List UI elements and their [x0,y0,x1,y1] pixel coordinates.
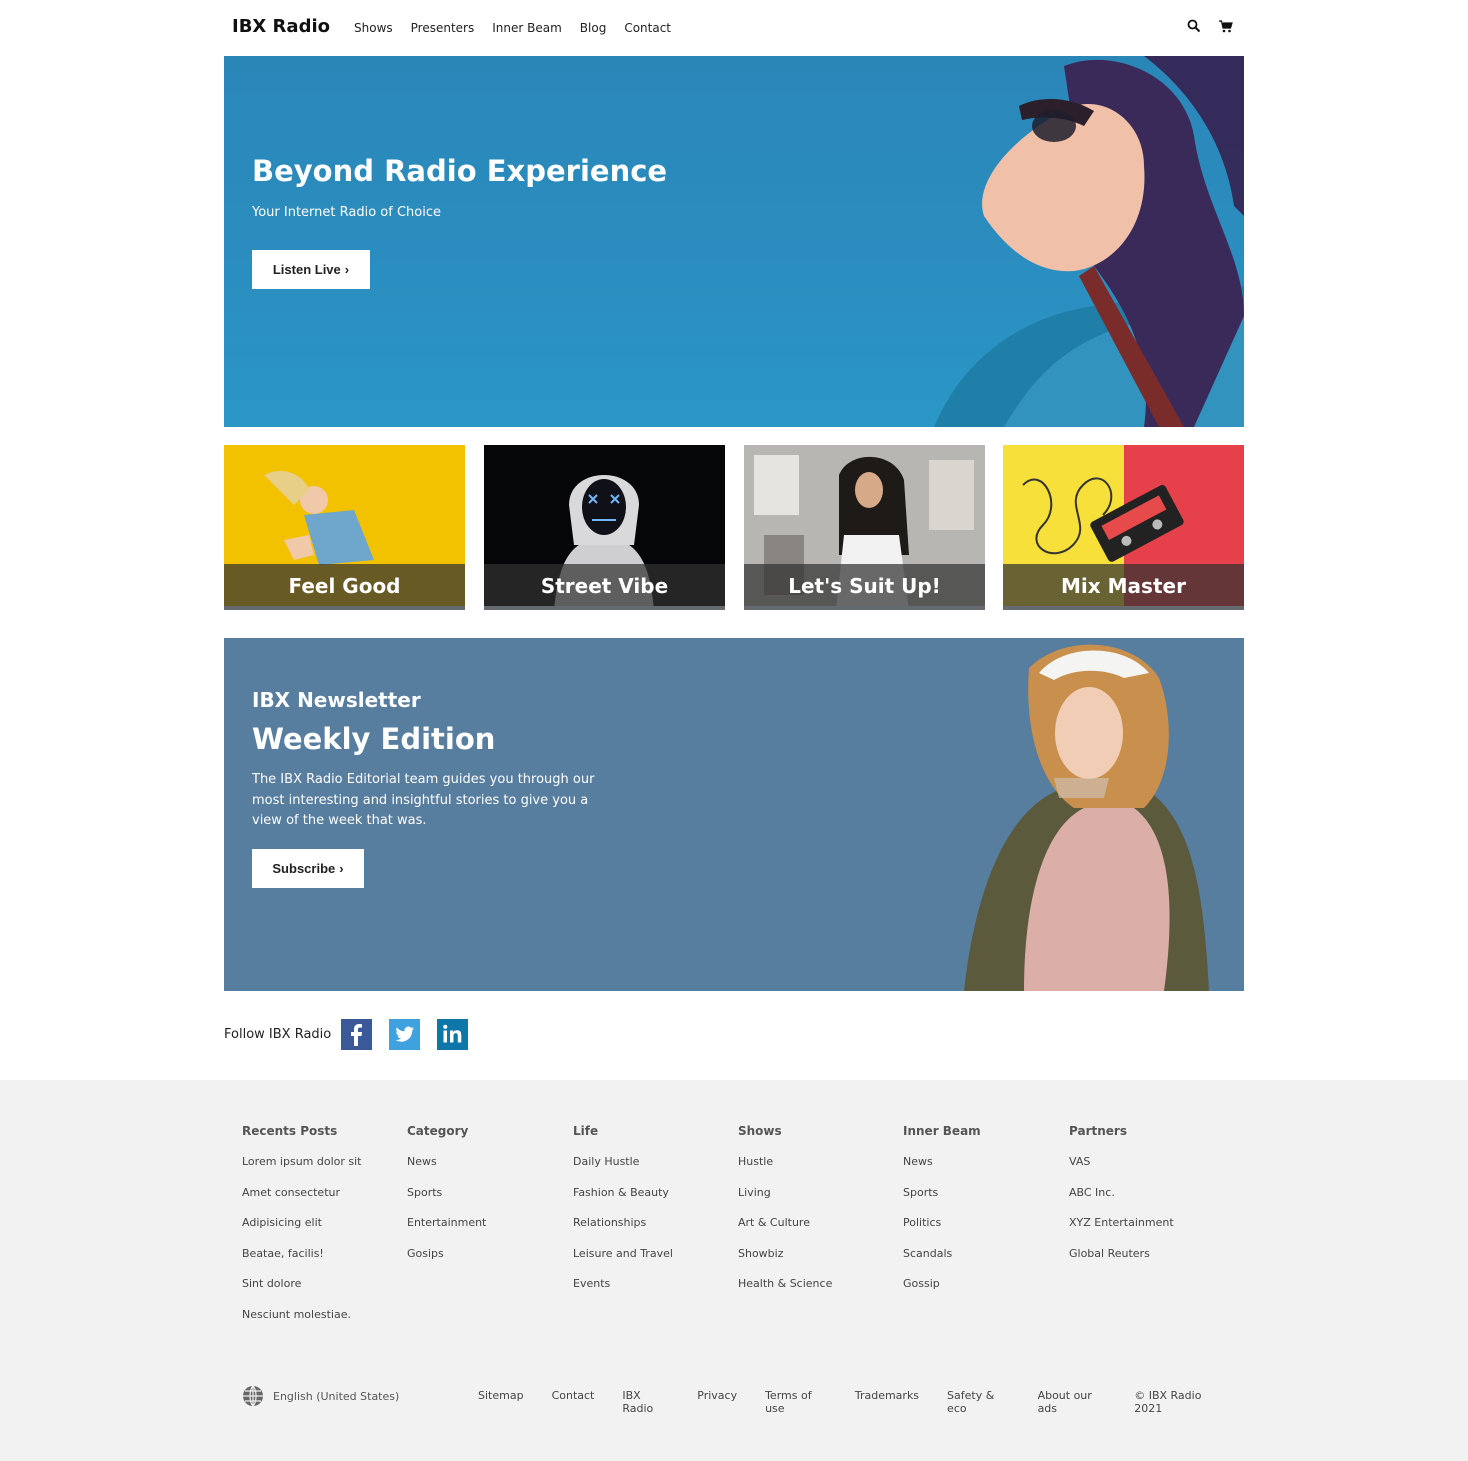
globe-icon [242,1385,264,1407]
footer-link[interactable]: News [903,1155,1063,1186]
footer-col-category: Category News Sports Entertainment Gosip… [407,1124,567,1277]
site-footer: Recents Posts Lorem ipsum dolor sit Amet… [0,1080,1468,1461]
hero-subtitle: Your Internet Radio of Choice [252,205,441,220]
nav-inner-beam[interactable]: Inner Beam [492,21,562,35]
hero-banner: Beyond Radio Experience Your Internet Ra… [224,56,1244,427]
footer-link[interactable]: Art & Culture [738,1216,898,1247]
footer-link[interactable]: Politics [903,1216,1063,1247]
tile-lets-suit-up-label: Let's Suit Up! [744,564,985,606]
facebook-icon[interactable] [341,1018,373,1050]
follow-label: Follow IBX Radio [224,1026,332,1042]
footer-col-inner-beam: Inner Beam News Sports Politics Scandals… [903,1124,1063,1308]
tile-mix-master[interactable]: Mix Master [1003,445,1244,610]
footer-link[interactable]: Daily Hustle [573,1155,733,1186]
footer-link[interactable]: Leisure and Travel [573,1247,733,1278]
footer-link[interactable]: Sports [407,1186,567,1217]
twitter-icon[interactable] [389,1018,421,1050]
nav-shows[interactable]: Shows [354,21,393,35]
listen-live-label: Listen Live [272,262,341,277]
tile-feel-good-label: Feel Good [224,564,465,606]
cart-icon[interactable] [1218,18,1234,34]
footer-col-shows: Shows Hustle Living Art & Culture Showbi… [738,1124,898,1308]
newsletter-title: Weekly Edition [252,722,496,756]
footer-link[interactable]: Showbiz [738,1247,898,1278]
footer-link[interactable]: Nesciunt molestiae. [242,1308,402,1339]
footer-link-sitemap[interactable]: Sitemap [478,1389,524,1415]
tile-underline [484,606,725,610]
footer-link[interactable]: Events [573,1277,733,1308]
tile-underline [224,606,465,610]
footer-col-title: Partners [1069,1124,1127,1138]
tile-feel-good[interactable]: Feel Good [224,445,465,610]
tile-street-vibe[interactable]: Street Vibe [484,445,725,610]
main-nav: Shows Presenters Inner Beam Blog Contact [354,21,689,35]
footer-col-title: Category [407,1124,469,1138]
footer-col-title: Shows [738,1124,782,1138]
footer-link[interactable]: Gosips [407,1247,567,1278]
footer-link-safety-eco[interactable]: Safety & eco [947,1389,1010,1415]
footer-legal-links: Sitemap Contact IBX Radio Privacy Terms … [478,1389,1222,1415]
footer-link[interactable]: Global Reuters [1069,1247,1229,1278]
footer-col-title: Recents Posts [242,1124,338,1138]
footer-link[interactable]: News [407,1155,567,1186]
footer-link[interactable]: VAS [1069,1155,1229,1186]
footer-link[interactable]: Health & Science [738,1277,898,1308]
footer-link[interactable]: Scandals [903,1247,1063,1278]
footer-link[interactable]: Relationships [573,1216,733,1247]
footer-col-recent-posts: Recents Posts Lorem ipsum dolor sit Amet… [242,1124,402,1339]
tile-underline [744,606,985,610]
show-tiles: Feel Good Street Vibe Let's Suit Up! Mix… [224,445,1244,610]
nav-blog[interactable]: Blog [580,21,607,35]
footer-bottom-bar: English (United States) Sitemap Contact … [242,1385,1222,1415]
footer-link[interactable]: Amet consectetur [242,1186,402,1217]
nav-contact[interactable]: Contact [624,21,671,35]
footer-col-partners: Partners VAS ABC Inc. XYZ Entertainment … [1069,1124,1229,1277]
footer-link[interactable]: ABC Inc. [1069,1186,1229,1217]
chevron-right-icon: › [339,861,344,876]
linkedin-icon[interactable] [437,1018,469,1050]
footer-link[interactable]: Sports [903,1186,1063,1217]
social-follow: Follow IBX Radio [224,1017,485,1051]
subscribe-button[interactable]: Subscribe › [252,849,364,888]
footer-link[interactable]: Beatae, facilis! [242,1247,402,1278]
footer-link[interactable]: Gossip [903,1277,1063,1308]
footer-link[interactable]: Entertainment [407,1216,567,1247]
footer-link[interactable]: Fashion & Beauty [573,1186,733,1217]
footer-link-contact[interactable]: Contact [552,1389,595,1415]
tile-mix-master-label: Mix Master [1003,564,1244,606]
hero-title: Beyond Radio Experience [252,154,668,188]
footer-link[interactable]: Hustle [738,1155,898,1186]
nav-presenters[interactable]: Presenters [411,21,475,35]
footer-col-title: Life [573,1124,599,1138]
footer-link-ibx-radio[interactable]: IBX Radio [622,1389,669,1415]
listen-live-button[interactable]: Listen Live › [252,250,370,289]
search-icon[interactable] [1186,18,1202,34]
newsletter-kicker: IBX Newsletter [252,688,421,712]
copyright: © IBX Radio 2021 [1134,1389,1202,1415]
brand-logo[interactable]: IBX Radio [232,16,330,37]
footer-link[interactable]: Adipisicing elit [242,1216,402,1247]
footer-link[interactable]: Lorem ipsum dolor sit [242,1155,402,1186]
newsletter-image [964,644,1209,991]
footer-link-trademarks[interactable]: Trademarks [855,1389,919,1415]
tile-underline [1003,606,1244,610]
subscribe-label: Subscribe [272,861,336,876]
site-header: IBX Radio Shows Presenters Inner Beam Bl… [224,0,1244,56]
footer-col-life: Life Daily Hustle Fashion & Beauty Relat… [573,1124,733,1308]
footer-link[interactable]: Living [738,1186,898,1217]
footer-link[interactable]: XYZ Entertainment [1069,1216,1229,1247]
tile-street-vibe-label: Street Vibe [484,564,725,606]
newsletter-banner: IBX Newsletter Weekly Edition The IBX Ra… [224,638,1244,991]
footer-col-title: Inner Beam [903,1124,981,1138]
language-selector[interactable]: English (United States) [242,1385,399,1407]
footer-link-privacy[interactable]: Privacy [697,1389,737,1415]
tile-lets-suit-up[interactable]: Let's Suit Up! [744,445,985,610]
newsletter-description: The IBX Radio Editorial team guides you … [252,772,595,828]
language-label: English (United States) [273,1389,400,1403]
footer-link[interactable]: Sint dolore [242,1277,402,1308]
hero-image [934,56,1244,427]
footer-link-about-ads[interactable]: About our ads [1038,1389,1107,1415]
chevron-right-icon: › [344,262,350,277]
footer-link-terms[interactable]: Terms of use [765,1389,827,1415]
